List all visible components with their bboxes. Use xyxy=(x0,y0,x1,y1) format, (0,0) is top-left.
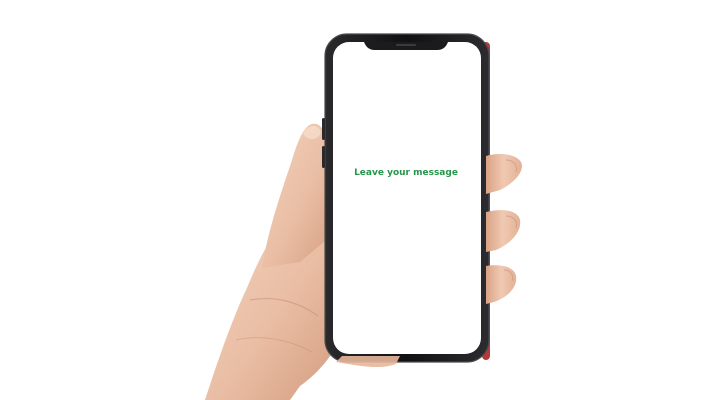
screen-message-text: Leave your message xyxy=(354,168,458,178)
volume-button-shape xyxy=(322,118,325,140)
ring-finger-shape xyxy=(486,265,517,304)
photo-scene: Leave your message xyxy=(0,0,715,400)
phone-screen xyxy=(333,42,481,354)
middle-finger-shape xyxy=(486,210,521,252)
hand-holding-phone-illustration xyxy=(205,33,522,400)
index-finger-shape xyxy=(486,154,522,194)
speaker-grille-icon xyxy=(396,44,416,46)
